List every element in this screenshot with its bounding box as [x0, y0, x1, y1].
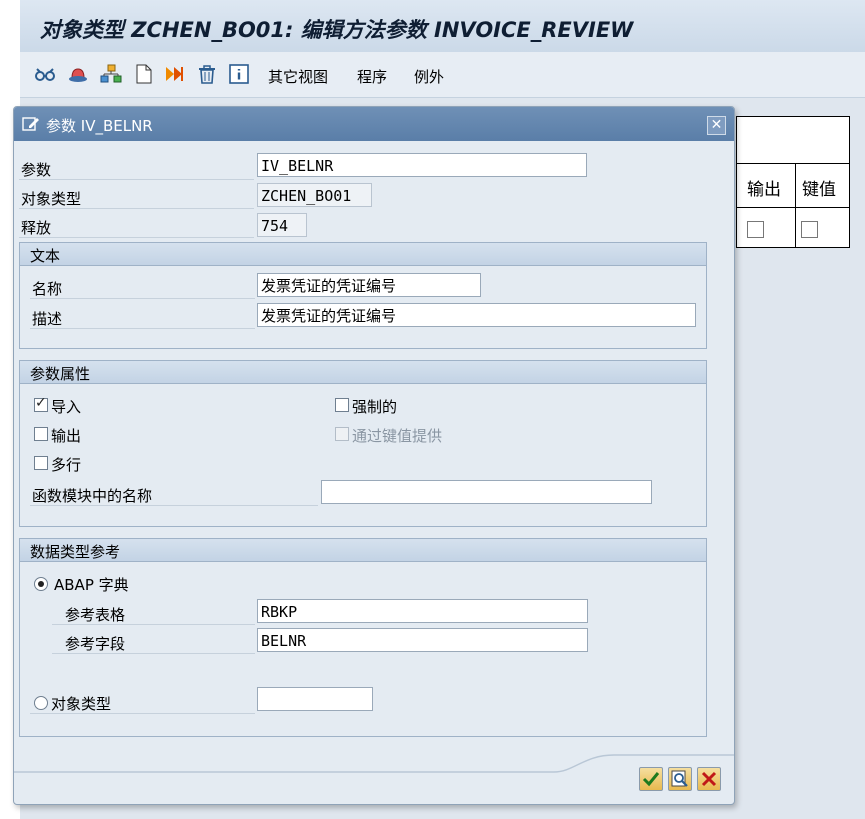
row-divider — [19, 179, 254, 180]
objtype-field: ZCHEN_BO01 — [257, 183, 372, 207]
menu-other-view[interactable]: 其它视图 — [268, 66, 328, 87]
forward-icon[interactable] — [164, 63, 186, 85]
description-field[interactable]: 发票凭证的凭证编号 — [257, 303, 696, 327]
new-document-icon[interactable] — [133, 63, 155, 85]
name-label: 名称 — [32, 280, 63, 298]
object-type-radio[interactable] — [34, 696, 48, 710]
text-group: 文本 名称 发票凭证的凭证编号 描述 发票凭证的凭证编号 — [19, 242, 707, 349]
output-checkbox[interactable] — [34, 427, 48, 441]
param-field[interactable]: IV_BELNR — [257, 153, 587, 177]
row-divider — [30, 505, 318, 506]
row-divider — [30, 328, 255, 329]
text-group-header: 文本 — [20, 243, 706, 266]
release-label: 释放 — [21, 219, 52, 237]
by-key-checkbox — [335, 427, 349, 441]
close-icon[interactable]: ✕ — [707, 116, 726, 135]
info-icon[interactable] — [228, 63, 250, 85]
datatype-group: 数据类型参考 ABAP 字典 参考表格 RBKP 参考字段 BELNR 对象类型 — [19, 538, 707, 737]
row-divider — [30, 298, 255, 299]
multiline-checkbox[interactable] — [34, 456, 48, 470]
row-divider — [19, 237, 254, 238]
objtype-label: 对象类型 — [21, 190, 82, 208]
glasses-icon[interactable] — [34, 63, 56, 85]
output-checkbox[interactable] — [747, 221, 764, 238]
menu-program[interactable]: 程序 — [357, 66, 387, 87]
output-label: 输出 — [51, 427, 82, 445]
parameter-dialog: 参数 IV_BELNR ✕ 参数 IV_BELNR 对象类型 ZCHEN_BO0… — [13, 106, 735, 805]
dialog-title: 参数 IV_BELNR — [46, 117, 153, 135]
edit-icon — [22, 116, 40, 136]
confirm-icon — [642, 772, 660, 787]
confirm-button[interactable] — [639, 767, 663, 791]
mandatory-label: 强制的 — [352, 398, 398, 416]
dialog-title-bar: 参数 IV_BELNR ✕ — [14, 107, 734, 141]
param-label: 参数 — [21, 161, 52, 179]
multiline-label: 多行 — [51, 456, 82, 474]
row-divider — [19, 208, 254, 209]
page-title: 对象类型 ZCHEN_BO01: 编辑方法参数 INVOICE_REVIEW — [40, 18, 634, 42]
hat-icon[interactable] — [67, 63, 89, 85]
by-key-label: 通过键值提供 — [352, 427, 443, 445]
row-divider — [30, 713, 255, 714]
import-label: 导入 — [51, 398, 82, 416]
name-field[interactable]: 发票凭证的凭证编号 — [257, 273, 481, 297]
description-label: 描述 — [32, 310, 63, 328]
delete-icon[interactable] — [196, 63, 218, 85]
row-divider — [52, 624, 255, 625]
object-type-field[interactable] — [257, 687, 373, 711]
column-header-output: 输出 — [747, 180, 781, 200]
attributes-group-header: 参数属性 — [20, 361, 706, 384]
object-type-label: 对象类型 — [51, 695, 112, 713]
ref-field-label: 参考字段 — [65, 635, 126, 653]
abap-dictionary-radio[interactable] — [34, 577, 48, 591]
ref-field-field[interactable]: BELNR — [257, 628, 588, 652]
import-checkbox[interactable] — [34, 395, 48, 412]
ref-table-label: 参考表格 — [65, 606, 126, 624]
attributes-group: 参数属性 导入 输出 多行 强制的 通过键值提供 函数模块中的名称 — [19, 360, 707, 527]
mandatory-checkbox[interactable] — [335, 398, 349, 412]
datatype-group-header: 数据类型参考 — [20, 539, 706, 562]
cancel-icon — [701, 771, 717, 787]
footer-divider — [14, 754, 734, 773]
cancel-button[interactable] — [697, 767, 721, 791]
abap-dictionary-label: ABAP 字典 — [54, 576, 129, 594]
release-field: 754 — [257, 213, 307, 237]
fm-name-field[interactable] — [321, 480, 652, 504]
search-icon — [671, 770, 688, 787]
background-parameter-table: 输出 键值 — [736, 116, 850, 248]
hierarchy-icon[interactable] — [100, 63, 122, 85]
key-checkbox[interactable] — [801, 221, 818, 238]
fm-name-label: 函数模块中的名称 — [32, 487, 153, 505]
title-bar: 对象类型 ZCHEN_BO01: 编辑方法参数 INVOICE_REVIEW — [20, 0, 865, 53]
ref-table-field[interactable]: RBKP — [257, 599, 588, 623]
search-button[interactable] — [668, 767, 692, 791]
row-divider — [52, 653, 255, 654]
application-toolbar: 其它视图 程序 例外 — [20, 52, 865, 98]
column-header-key: 键值 — [802, 180, 836, 200]
menu-exceptions[interactable]: 例外 — [414, 66, 444, 87]
